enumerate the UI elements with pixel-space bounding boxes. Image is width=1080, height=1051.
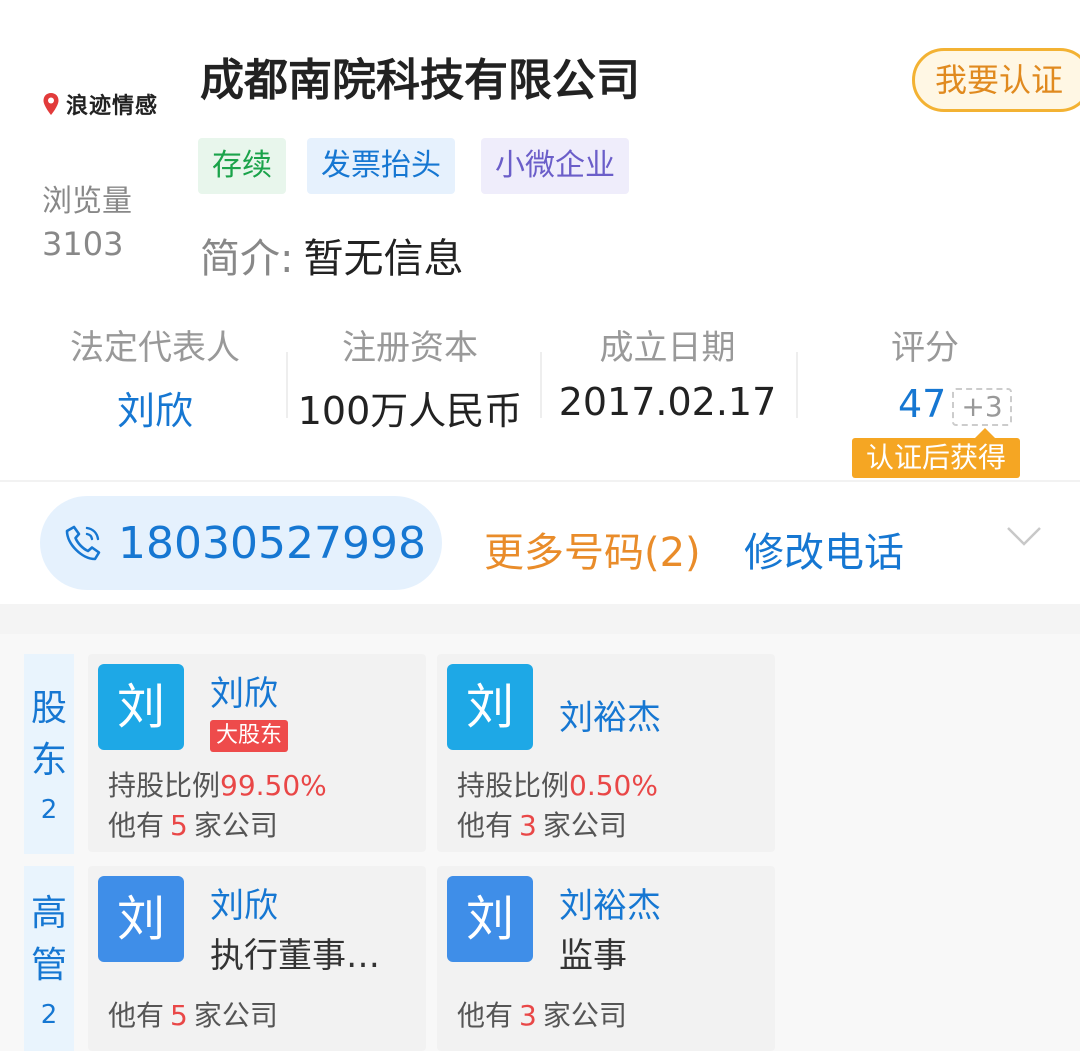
companies-suffix: 家公司 bbox=[193, 999, 278, 1032]
related-companies[interactable]: 他有 5 家公司 bbox=[108, 804, 278, 844]
companies-suffix: 家公司 bbox=[193, 809, 278, 842]
location-pin-icon bbox=[43, 93, 59, 115]
executives-count: 2 bbox=[40, 999, 58, 1030]
ratio-value: 0.50% bbox=[569, 769, 658, 802]
avatar: 刘 bbox=[447, 664, 533, 750]
founded-label: 成立日期 bbox=[599, 328, 736, 368]
executive-name[interactable]: 刘裕杰 bbox=[559, 878, 661, 927]
executive-role: 执行董事… bbox=[210, 936, 380, 976]
legal-rep-value[interactable]: 刘欣 bbox=[40, 380, 270, 435]
shareholder-name[interactable]: 刘欣 bbox=[210, 666, 278, 715]
founded-value: 2017.02.17 bbox=[558, 380, 777, 424]
enterprise-scale-tag: 小微企业 bbox=[481, 138, 629, 194]
avatar: 刘 bbox=[447, 876, 533, 962]
views-label: 浏览量 bbox=[42, 184, 132, 219]
stat-divider bbox=[540, 352, 542, 418]
shareholder-card[interactable]: 刘 刘欣 大股东 持股比例99.50% 他有 5 家公司 bbox=[88, 654, 426, 852]
related-companies[interactable]: 他有 3 家公司 bbox=[457, 994, 627, 1034]
companies-prefix: 他有 bbox=[108, 809, 165, 842]
chevron-down-icon[interactable] bbox=[1004, 524, 1044, 548]
executive-card[interactable]: 刘 刘裕杰 监事 他有 3 家公司 bbox=[437, 866, 775, 1051]
intro-label: 简介: bbox=[200, 236, 294, 282]
companies-prefix: 他有 bbox=[457, 809, 514, 842]
avatar: 刘 bbox=[98, 664, 184, 750]
brand-logo-text: 浪迹情感 bbox=[66, 94, 159, 119]
phone-icon bbox=[65, 525, 101, 561]
capital-label: 注册资本 bbox=[342, 328, 478, 368]
ratio-value: 99.50% bbox=[220, 769, 327, 802]
companies-prefix: 他有 bbox=[457, 999, 514, 1032]
companies-count: 5 bbox=[170, 999, 188, 1032]
score-value[interactable]: 47 bbox=[898, 382, 946, 426]
executive-card[interactable]: 刘 刘欣 执行董事… 他有 5 家公司 bbox=[88, 866, 426, 1051]
company-intro: 简介: 暂无信息 bbox=[200, 226, 463, 284]
legal-rep-label: 法定代表人 bbox=[70, 328, 240, 368]
more-numbers-link[interactable]: 更多号码(2) bbox=[484, 520, 701, 578]
stat-divider bbox=[286, 352, 288, 418]
section-divider bbox=[0, 480, 1080, 482]
shareholders-count: 2 bbox=[40, 795, 58, 825]
invoice-title-tag[interactable]: 发票抬头 bbox=[307, 138, 455, 194]
executives-label-char: 高 bbox=[30, 892, 67, 934]
shareholder-name[interactable]: 刘裕杰 bbox=[559, 690, 661, 739]
shareholding-ratio: 持股比例99.50% bbox=[108, 764, 327, 804]
shareholding-ratio: 持股比例0.50% bbox=[457, 764, 658, 804]
companies-suffix: 家公司 bbox=[542, 999, 627, 1032]
verify-button[interactable]: 我要认证 bbox=[912, 48, 1080, 112]
shareholders-label-char: 股 bbox=[30, 688, 67, 729]
executive-name[interactable]: 刘欣 bbox=[210, 878, 278, 927]
status-tag: 存续 bbox=[198, 138, 286, 194]
shareholder-card[interactable]: 刘 刘裕杰 持股比例0.50% 他有 3 家公司 bbox=[437, 654, 775, 852]
shareholders-label-char: 东 bbox=[30, 740, 67, 781]
score-label: 评分 bbox=[891, 328, 959, 368]
score-bonus-note[interactable]: 认证后获得 bbox=[852, 438, 1020, 478]
brand-logo: 浪迹情感 bbox=[42, 88, 158, 120]
score-bonus: +3 bbox=[952, 388, 1012, 426]
executives-label-char: 管 bbox=[30, 944, 67, 986]
companies-count: 3 bbox=[519, 999, 537, 1032]
related-companies[interactable]: 他有 3 家公司 bbox=[457, 804, 627, 844]
company-name: 成都南院科技有限公司 bbox=[200, 55, 640, 106]
section-gap bbox=[0, 604, 1080, 634]
capital-value: 100万人民币 bbox=[297, 389, 523, 433]
intro-value: 暂无信息 bbox=[303, 236, 464, 282]
phone-button[interactable]: 18030527998 bbox=[40, 496, 442, 590]
executives-label[interactable]: 高 管 2 bbox=[24, 866, 74, 1051]
phone-number: 18030527998 bbox=[118, 517, 426, 569]
companies-count: 5 bbox=[170, 809, 188, 842]
shareholders-label[interactable]: 股 东 2 bbox=[24, 654, 74, 854]
ratio-label: 持股比例 bbox=[457, 769, 570, 802]
related-companies[interactable]: 他有 5 家公司 bbox=[108, 994, 278, 1034]
edit-phone-link[interactable]: 修改电话 bbox=[744, 520, 904, 578]
stat-divider bbox=[796, 352, 798, 418]
score-badge-arrow bbox=[975, 428, 995, 438]
ratio-label: 持股比例 bbox=[108, 769, 221, 802]
major-shareholder-badge: 大股东 bbox=[210, 720, 289, 752]
views-count: 3103 bbox=[42, 225, 124, 263]
executive-role: 监事 bbox=[559, 936, 627, 976]
companies-suffix: 家公司 bbox=[542, 809, 627, 842]
companies-prefix: 他有 bbox=[108, 999, 165, 1032]
avatar: 刘 bbox=[98, 876, 184, 962]
companies-count: 3 bbox=[519, 809, 537, 842]
